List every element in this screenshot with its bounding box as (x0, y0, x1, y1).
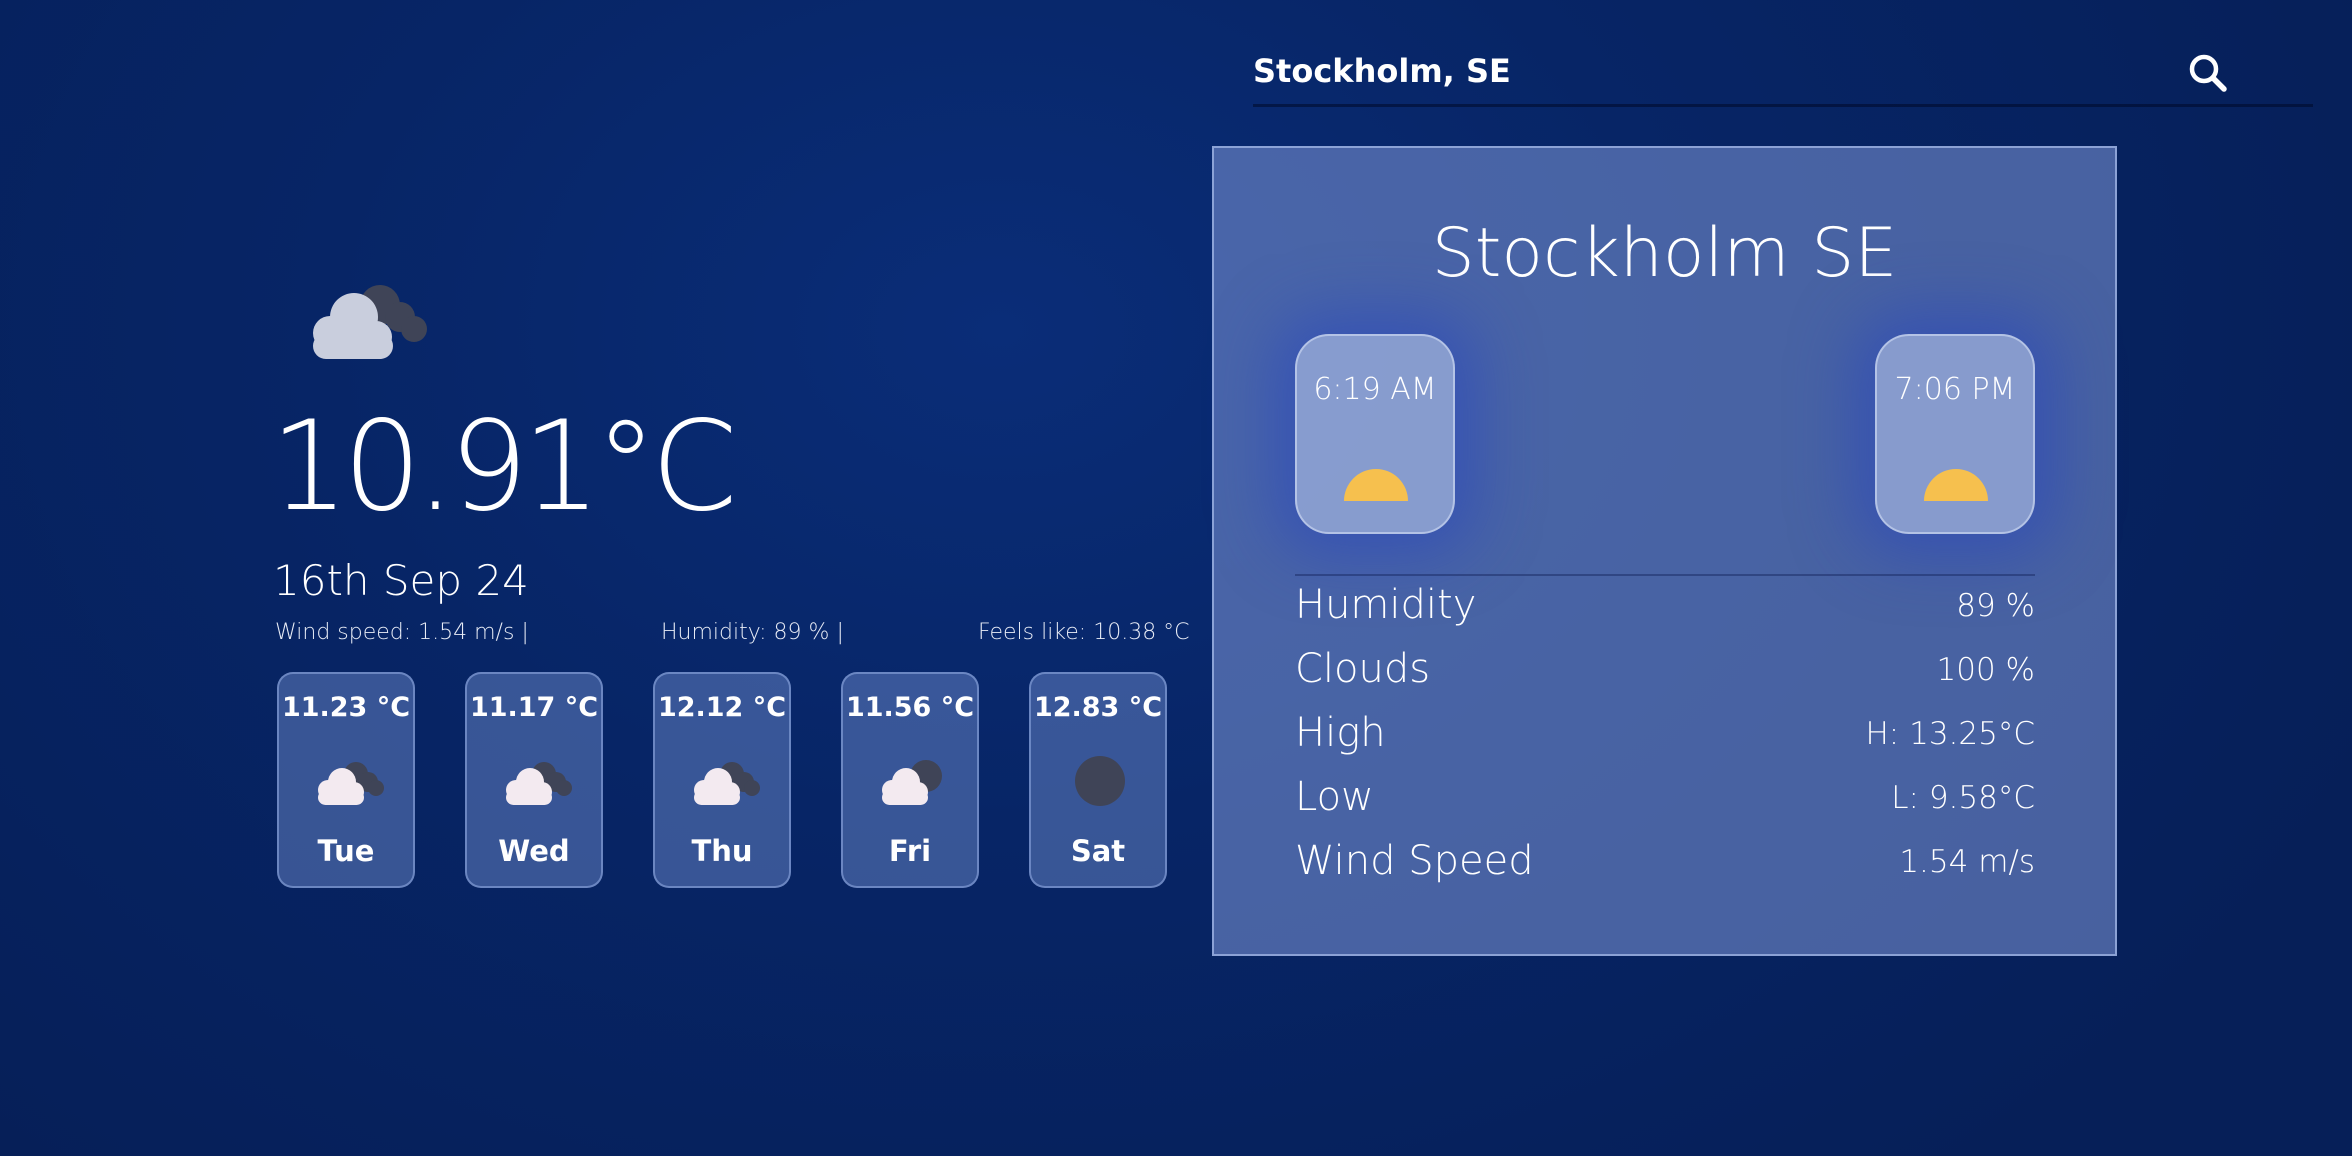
detail-value: H: 13.25°C (1865, 716, 2035, 752)
forecast-card[interactable]: 12.83 °C Sat (1029, 672, 1167, 888)
forecast-temp: 12.83 °C (1033, 692, 1163, 723)
search-button[interactable] (2183, 48, 2235, 100)
search-icon (2189, 54, 2227, 92)
forecast-day: Sat (1070, 834, 1126, 868)
search-input[interactable] (1253, 46, 2153, 96)
detail-label: Clouds (1295, 646, 1431, 692)
forecast-day: Thu (691, 834, 753, 868)
clear-night-icon (1075, 756, 1125, 806)
current-date: 16th Sep 24 (273, 556, 529, 605)
sunrise-time: 6:19 AM (1313, 372, 1437, 407)
detail-row-wind-speed: Wind Speed 1.54 m/s (1295, 838, 2035, 898)
sunset-time: 7:06 PM (1894, 372, 2016, 407)
forecast-card[interactable]: 11.56 °C Fri (841, 672, 979, 888)
detail-value: 100 % (1936, 652, 2035, 688)
sunset-card: 7:06 PM (1875, 334, 2035, 534)
cloudy-icon (318, 762, 384, 805)
detail-value: 89 % (1956, 588, 2035, 624)
forecast-temp: 11.17 °C (469, 692, 599, 723)
forecast-temp: 11.56 °C (845, 692, 975, 723)
feels-like-stat: Feels like: 10.38 °C (978, 620, 1190, 645)
detail-row-high: High H: 13.25°C (1295, 710, 2035, 770)
partly-cloudy-icon (313, 285, 427, 359)
forecast-temp: 12.12 °C (657, 692, 787, 723)
sunrise-icon (1344, 469, 1408, 501)
detail-label: Wind Speed (1295, 838, 1534, 884)
detail-row-clouds: Clouds 100 % (1295, 646, 2035, 706)
forecast-card[interactable]: 11.17 °C Wed (465, 672, 603, 888)
city-title: Stockholm SE (1431, 214, 1898, 293)
detail-label: Low (1295, 774, 1374, 820)
detail-row-humidity: Humidity 89 % (1295, 582, 2035, 642)
divider (1295, 574, 2035, 576)
cloudy-icon (506, 762, 572, 805)
search-bar (1253, 40, 2313, 107)
detail-label: High (1295, 710, 1386, 756)
detail-label: Humidity (1295, 582, 1477, 628)
forecast-temp: 11.23 °C (281, 692, 411, 723)
detail-row-low: Low L: 9.58°C (1295, 774, 2035, 834)
forecast-day: Wed (498, 834, 570, 868)
sunrise-card: 6:19 AM (1295, 334, 1455, 534)
current-temperature: 10.91°C (270, 395, 738, 539)
cloudy-icon (694, 762, 760, 805)
wind-speed-stat: Wind speed: 1.54 m/s | (275, 620, 529, 645)
detail-value: L: 9.58°C (1891, 780, 2035, 816)
forecast-card[interactable]: 12.12 °C Thu (653, 672, 791, 888)
humidity-stat: Humidity: 89 % | (661, 620, 844, 645)
detail-value: 1.54 m/s (1899, 844, 2035, 880)
sunset-icon (1924, 469, 1988, 501)
details-panel: Stockholm SE 6:19 AM 7:06 PM Humidity 89… (1212, 146, 2117, 956)
partly-cloudy-night-icon (882, 760, 942, 805)
forecast-card[interactable]: 11.23 °C Tue (277, 672, 415, 888)
forecast-day: Tue (317, 834, 375, 868)
forecast-day: Fri (888, 834, 932, 868)
